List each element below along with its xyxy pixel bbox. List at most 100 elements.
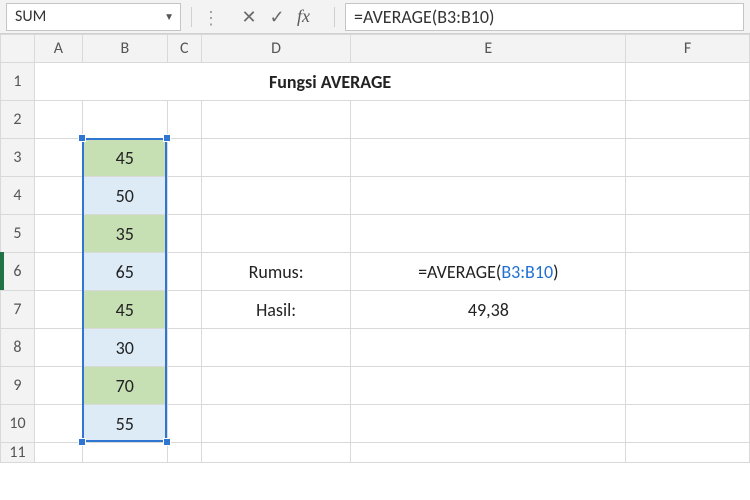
row-2: 2 xyxy=(1,101,750,139)
spreadsheet-grid: A B C D E F 1 Fungsi AVERAGE 2 3 45 4 50… xyxy=(0,34,750,463)
cell-B7[interactable]: 45 xyxy=(82,291,167,329)
formula-bar: SUM ▼ ⋮ ✕ ✓ fx =AVERAGE(B3:B10) xyxy=(0,0,750,34)
cell-A11[interactable] xyxy=(34,443,82,463)
cell-F2[interactable] xyxy=(626,101,750,139)
cell-F5[interactable] xyxy=(626,215,750,253)
row-header-7[interactable]: 7 xyxy=(1,291,35,329)
separator xyxy=(191,7,192,27)
cell-B9[interactable]: 70 xyxy=(82,367,167,405)
cell-F10[interactable] xyxy=(626,405,750,443)
col-header-F[interactable]: F xyxy=(626,35,750,63)
cell-C6[interactable] xyxy=(167,253,201,291)
cell-F3[interactable] xyxy=(626,139,750,177)
row-header-8[interactable]: 8 xyxy=(1,329,35,367)
cell-A10[interactable] xyxy=(34,405,82,443)
cell-A8[interactable] xyxy=(34,329,82,367)
row-header-4[interactable]: 4 xyxy=(1,177,35,215)
cell-E3[interactable] xyxy=(351,139,626,177)
cell-E10[interactable] xyxy=(351,405,626,443)
cell-D5[interactable] xyxy=(201,215,351,253)
cell-A9[interactable] xyxy=(34,367,82,405)
expand-grip-icon[interactable]: ⋮ xyxy=(202,15,221,18)
row-header-6[interactable]: 6 xyxy=(1,253,35,291)
row-header-5[interactable]: 5 xyxy=(1,215,35,253)
cell-C5[interactable] xyxy=(167,215,201,253)
cell-E6-formula[interactable]: =AVERAGE(B3:B10) xyxy=(351,253,626,291)
cell-A5[interactable] xyxy=(34,215,82,253)
cell-B2[interactable] xyxy=(82,101,167,139)
col-header-C[interactable]: C xyxy=(167,35,201,63)
cell-C4[interactable] xyxy=(167,177,201,215)
cell-B6[interactable]: 65 xyxy=(82,253,167,291)
cell-D4[interactable] xyxy=(201,177,351,215)
cell-F6[interactable] xyxy=(626,253,750,291)
row-8: 8 30 xyxy=(1,329,750,367)
formula-input[interactable]: =AVERAGE(B3:B10) xyxy=(345,3,744,31)
row-header-1[interactable]: 1 xyxy=(1,63,35,101)
cell-E4[interactable] xyxy=(351,177,626,215)
cell-E9[interactable] xyxy=(351,367,626,405)
cancel-button[interactable]: ✕ xyxy=(235,6,263,28)
cell-E5[interactable] xyxy=(351,215,626,253)
cell-F8[interactable] xyxy=(626,329,750,367)
cell-B10[interactable]: 55 xyxy=(82,405,167,443)
col-header-B[interactable]: B xyxy=(82,35,167,63)
cell-E7-result[interactable]: 49,38 xyxy=(351,291,626,329)
cell-B5[interactable]: 35 xyxy=(82,215,167,253)
name-box-value: SUM xyxy=(15,7,46,26)
name-box-dropdown-icon[interactable]: ▼ xyxy=(164,10,174,23)
cell-C7[interactable] xyxy=(167,291,201,329)
cell-A6[interactable] xyxy=(34,253,82,291)
cell-D6-rumus-label[interactable]: Rumus: xyxy=(201,253,351,291)
row-header-2[interactable]: 2 xyxy=(1,101,35,139)
cell-C10[interactable] xyxy=(167,405,201,443)
col-header-E[interactable]: E xyxy=(351,35,626,63)
sheet-table: A B C D E F 1 Fungsi AVERAGE 2 3 45 4 50… xyxy=(0,34,750,463)
cell-B4[interactable]: 50 xyxy=(82,177,167,215)
row-11: 11 xyxy=(1,443,750,463)
cell-D2[interactable] xyxy=(201,101,351,139)
row-header-10[interactable]: 10 xyxy=(1,405,35,443)
cell-E8[interactable] xyxy=(351,329,626,367)
select-all-corner[interactable] xyxy=(1,35,35,63)
cell-F7[interactable] xyxy=(626,291,750,329)
cell-F4[interactable] xyxy=(626,177,750,215)
cell-B11[interactable] xyxy=(82,443,167,463)
fx-icon[interactable]: fx xyxy=(297,6,310,27)
cell-A2[interactable] xyxy=(34,101,82,139)
cell-C8[interactable] xyxy=(167,329,201,367)
cell-D11[interactable] xyxy=(201,443,351,463)
cell-C11[interactable] xyxy=(167,443,201,463)
cell-B8[interactable]: 30 xyxy=(82,329,167,367)
name-box[interactable]: SUM ▼ xyxy=(6,3,181,31)
col-header-D[interactable]: D xyxy=(201,35,351,63)
col-header-A[interactable]: A xyxy=(34,35,82,63)
cell-D10[interactable] xyxy=(201,405,351,443)
cell-F9[interactable] xyxy=(626,367,750,405)
accept-button[interactable]: ✓ xyxy=(263,6,291,28)
row-3: 3 45 xyxy=(1,139,750,177)
row-header-9[interactable]: 9 xyxy=(1,367,35,405)
cell-A7[interactable] xyxy=(34,291,82,329)
cell-E2[interactable] xyxy=(351,101,626,139)
cell-F1[interactable] xyxy=(626,63,750,101)
cell-C9[interactable] xyxy=(167,367,201,405)
cell-B3[interactable]: 45 xyxy=(82,139,167,177)
title-cell[interactable]: Fungsi AVERAGE xyxy=(34,63,625,101)
cell-D8[interactable] xyxy=(201,329,351,367)
cell-A3[interactable] xyxy=(34,139,82,177)
row-9: 9 70 xyxy=(1,367,750,405)
row-10: 10 55 xyxy=(1,405,750,443)
cell-D7-hasil-label[interactable]: Hasil: xyxy=(201,291,351,329)
cell-D3[interactable] xyxy=(201,139,351,177)
accept-icon: ✓ xyxy=(269,6,284,28)
separator xyxy=(334,7,335,27)
cell-E11[interactable] xyxy=(351,443,626,463)
row-header-11[interactable]: 11 xyxy=(1,443,35,463)
cell-C3[interactable] xyxy=(167,139,201,177)
cell-C2[interactable] xyxy=(167,101,201,139)
cell-D9[interactable] xyxy=(201,367,351,405)
cell-F11[interactable] xyxy=(626,443,750,463)
cell-A4[interactable] xyxy=(34,177,82,215)
row-header-3[interactable]: 3 xyxy=(1,139,35,177)
